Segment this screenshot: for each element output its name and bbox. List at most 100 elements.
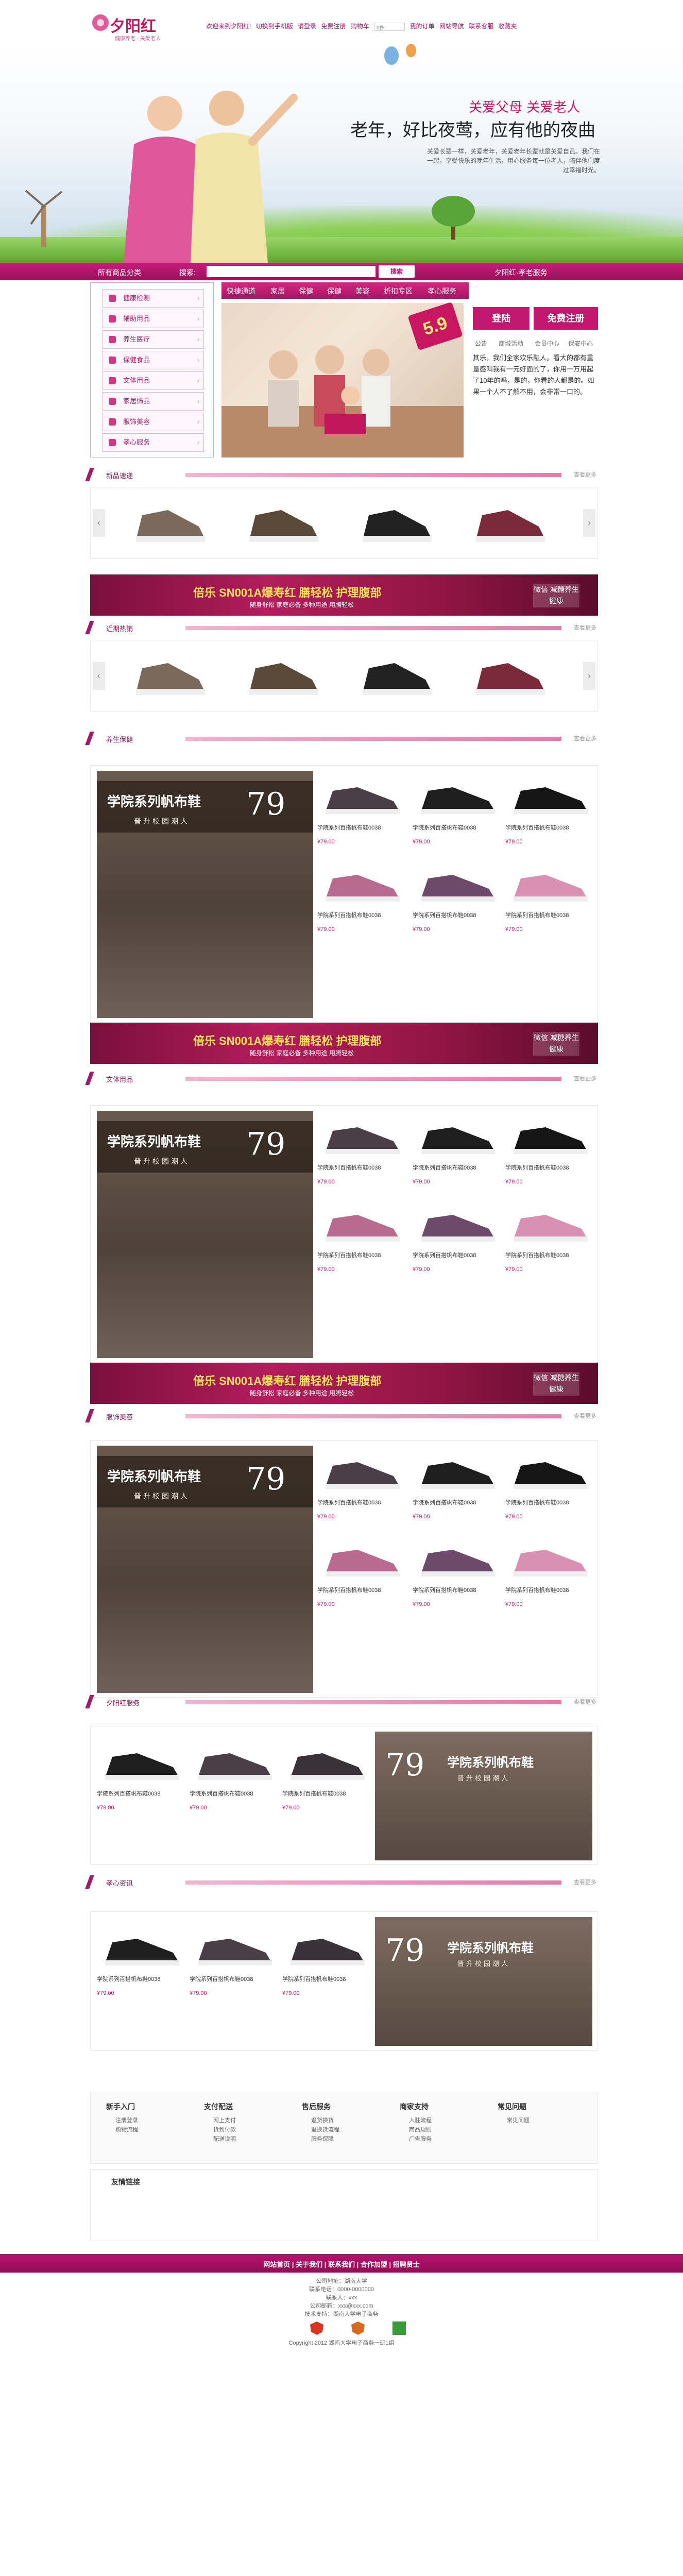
product-card[interactable]: 学院系列百搭帆布鞋0038 ¥79.00 <box>317 858 407 936</box>
prev-arrow-icon[interactable]: ‹ <box>93 662 105 690</box>
prev-arrow-icon[interactable]: ‹ <box>93 509 105 537</box>
shoe-image[interactable] <box>132 648 209 704</box>
product-card[interactable]: 学院系列百搭帆布鞋0038 ¥79.00 <box>317 1446 407 1523</box>
tab-home[interactable]: 家居 <box>270 286 285 296</box>
help-link[interactable]: 商品规则 <box>400 2125 492 2134</box>
product-card[interactable]: 学院系列百搭帆布鞋0038 ¥79.00 <box>282 1737 372 1814</box>
search-button[interactable]: 搜索 <box>379 265 415 278</box>
shoe-image[interactable] <box>245 495 322 551</box>
search-input[interactable] <box>206 265 376 278</box>
feature-banner[interactable]: 学院系列帆布鞋 79 晋升校园潮人 <box>97 771 313 1018</box>
logo[interactable]: 夕阳红 健康养老 · 关爱老人 <box>90 9 183 45</box>
help-link[interactable]: 退货换货 <box>302 2116 395 2125</box>
help-link[interactable]: 常见问题 <box>498 2116 590 2125</box>
product-card[interactable]: 学院系列百搭帆布鞋0038 ¥79.00 <box>413 1446 503 1523</box>
favorite-link[interactable]: 收藏夹 <box>499 23 517 30</box>
help-title: 新手入门 <box>106 2103 135 2111</box>
more-link[interactable]: 查看更多 <box>574 1074 596 1082</box>
next-arrow-icon[interactable]: › <box>583 509 595 537</box>
help-link[interactable]: 配送说明 <box>204 2134 297 2144</box>
help-link[interactable]: 网上支付 <box>204 2116 297 2125</box>
feature-banner[interactable]: 79 学院系列帆布鞋 晋升校园潮人 <box>375 1917 592 2046</box>
more-link[interactable]: 查看更多 <box>574 1412 596 1420</box>
ad-banner[interactable]: 倍乐 SN001A爆寿红 膳轻松 护理腹部 随身舒松 家庭必备 多种用途 用腾轻松… <box>90 1023 598 1064</box>
product-card[interactable]: 学院系列百搭帆布鞋0038 ¥79.00 <box>505 1446 595 1523</box>
feature-banner[interactable]: 79 学院系列帆布鞋 晋升校园潮人 <box>375 1732 592 1860</box>
service-label[interactable]: 夕阳红·孝老服务 <box>494 267 548 278</box>
more-link[interactable]: 查看更多 <box>574 623 596 632</box>
help-link[interactable]: 注册登录 <box>106 2116 199 2125</box>
more-link[interactable]: 查看更多 <box>574 1878 596 1886</box>
shoe-image[interactable] <box>472 495 549 551</box>
more-link[interactable]: 查看更多 <box>574 734 596 742</box>
tab-member[interactable]: 会员中心 <box>535 339 559 348</box>
product-card[interactable]: 学院系列百搭帆布鞋0038 ¥79.00 <box>505 1533 595 1611</box>
sidebar-item-home[interactable]: 家居饰品 › <box>102 392 204 411</box>
product-card[interactable]: 学院系列百搭帆布鞋0038 ¥79.00 <box>505 771 595 848</box>
sidebar-item-aids[interactable]: 辅助用品 › <box>102 310 204 328</box>
tab-quick[interactable]: 快捷通道 <box>227 286 255 296</box>
product-card[interactable]: 学院系列百搭帆布鞋0038 ¥79.00 <box>317 1198 407 1276</box>
more-link[interactable]: 查看更多 <box>574 470 596 479</box>
product-card[interactable]: 学院系列百搭帆布鞋0038 ¥79.00 <box>190 1922 280 1999</box>
more-link[interactable]: 查看更多 <box>574 1698 596 1706</box>
login-button[interactable]: 登陆 <box>473 307 530 330</box>
product-card[interactable]: 学院系列百搭帆布鞋0038 ¥79.00 <box>317 1111 407 1188</box>
product-card[interactable]: 学院系列百搭帆布鞋0038 ¥79.00 <box>97 1922 187 1999</box>
ad-banner[interactable]: 倍乐 SN001A爆寿红 膳轻松 护理腹部 随身舒松 家庭必备 多种用途 用腾轻松… <box>90 574 598 616</box>
login-link[interactable]: 请登录 <box>298 23 316 30</box>
sidebar-item-health-food[interactable]: 保健食品 › <box>102 351 204 369</box>
product-card[interactable]: 学院系列百搭帆布鞋0038 ¥79.00 <box>505 1198 595 1276</box>
shoe-image[interactable] <box>132 495 209 551</box>
sidebar-item-medical[interactable]: 养生医疗 › <box>102 330 204 349</box>
feature-banner[interactable]: 学院系列帆布鞋 79 晋升校园潮人 <box>97 1111 313 1358</box>
free-register-button[interactable]: 免费注册 <box>534 307 598 330</box>
product-card[interactable]: 学院系列百搭帆布鞋0038 ¥79.00 <box>317 1533 407 1611</box>
help-link[interactable]: 服务保障 <box>302 2134 395 2144</box>
shoe-image[interactable] <box>358 495 436 551</box>
ad-banner[interactable]: 倍乐 SN001A爆寿红 膳轻松 护理腹部 随身舒松 家庭必备 多种用途 用腾轻松… <box>90 1363 598 1404</box>
sidebar-item-service[interactable]: 孝心服务 › <box>102 433 204 452</box>
help-link[interactable]: 入驻流程 <box>400 2116 492 2125</box>
product-card[interactable]: 学院系列百搭帆布鞋0038 ¥79.00 <box>413 1533 503 1611</box>
help-link[interactable]: 货到付款 <box>204 2125 297 2134</box>
product-card[interactable]: 学院系列百搭帆布鞋0038 ¥79.00 <box>413 1111 503 1188</box>
tab-activity[interactable]: 商城活动 <box>499 339 523 348</box>
product-card[interactable]: 学院系列百搭帆布鞋0038 ¥79.00 <box>413 1198 503 1276</box>
footer-links[interactable]: 网站首页 | 关于我们 | 联系我们 | 合作加盟 | 招聘贤士 <box>0 2259 683 2269</box>
contact-link[interactable]: 联系客服 <box>469 23 493 30</box>
product-card[interactable]: 学院系列百搭帆布鞋0038 ¥79.00 <box>282 1922 372 1999</box>
tab-security[interactable]: 保安中心 <box>568 339 593 348</box>
tab-service[interactable]: 孝心服务 <box>428 286 456 296</box>
tab-health[interactable]: 保健 <box>299 286 313 296</box>
help-link[interactable]: 退换货流程 <box>302 2125 395 2134</box>
help-link[interactable]: 广告服务 <box>400 2134 492 2144</box>
product-card[interactable]: 学院系列百搭帆布鞋0038 ¥79.00 <box>317 771 407 848</box>
cart-select[interactable]: 0件 <box>374 22 405 31</box>
shoe-image[interactable] <box>358 648 436 704</box>
next-arrow-icon[interactable]: › <box>583 662 595 690</box>
all-categories-label[interactable]: 所有商品分类 <box>98 267 141 278</box>
sitemap-link[interactable]: 网站导航 <box>439 23 464 30</box>
tab-health-2[interactable]: 保健 <box>327 286 341 296</box>
sidebar-item-health-check[interactable]: 健康检测 › <box>102 289 204 308</box>
tab-notice[interactable]: 公告 <box>475 339 487 348</box>
tab-discount[interactable]: 折扣专区 <box>384 286 413 296</box>
shoe-image[interactable] <box>472 648 549 704</box>
orders-link[interactable]: 我的订单 <box>409 23 434 30</box>
sidebar-item-beauty[interactable]: 服饰美容 › <box>102 413 204 431</box>
product-card[interactable]: 学院系列百搭帆布鞋0038 ¥79.00 <box>505 1111 595 1188</box>
product-card[interactable]: 学院系列百搭帆布鞋0038 ¥79.00 <box>97 1737 187 1814</box>
mobile-link[interactable]: 切换到手机版 <box>256 23 293 30</box>
help-link[interactable]: 购物流程 <box>106 2125 199 2134</box>
product-card[interactable]: 学院系列百搭帆布鞋0038 ¥79.00 <box>413 771 503 848</box>
register-link[interactable]: 免费注册 <box>321 23 346 30</box>
product-card[interactable]: 学院系列百搭帆布鞋0038 ¥79.00 <box>505 858 595 936</box>
tab-beauty[interactable]: 美容 <box>355 286 370 296</box>
product-card[interactable]: 学院系列百搭帆布鞋0038 ¥79.00 <box>413 858 503 936</box>
sidebar-item-sports[interactable]: 文体用品 › <box>102 371 204 390</box>
feature-banner[interactable]: 学院系列帆布鞋 79 晋升校园潮人 <box>97 1446 313 1693</box>
shoe-image[interactable] <box>245 648 322 704</box>
cart-link[interactable]: 购物车 <box>351 23 369 30</box>
product-card[interactable]: 学院系列百搭帆布鞋0038 ¥79.00 <box>190 1737 280 1814</box>
